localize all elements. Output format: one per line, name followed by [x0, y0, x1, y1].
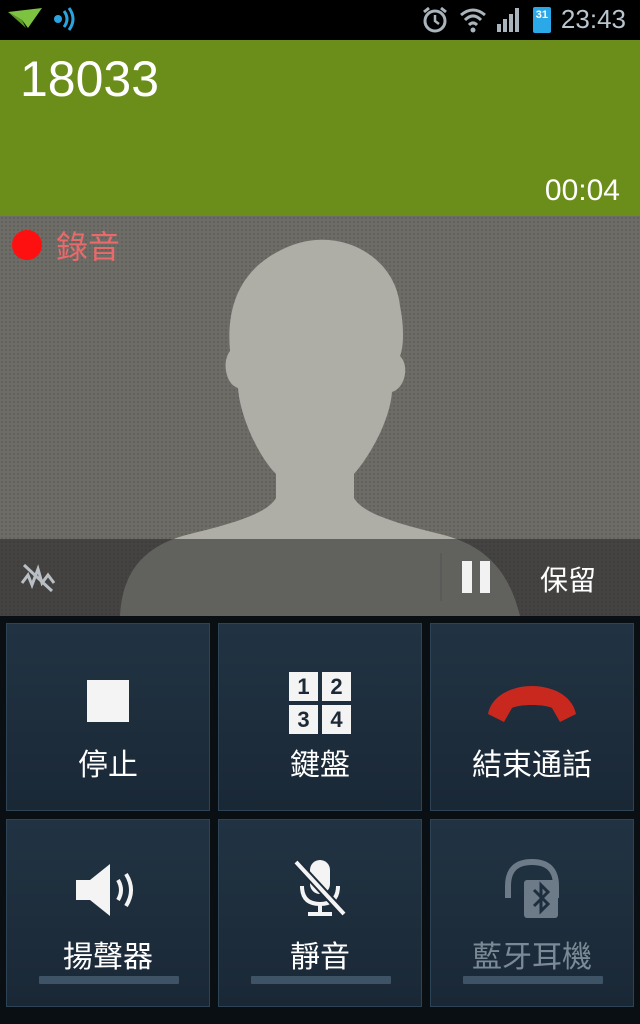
bluetooth-headset-label: 藍牙耳機 — [472, 940, 592, 975]
call-duration: 00:04 — [544, 174, 620, 207]
battery-calendar-icon: 31 — [532, 6, 551, 33]
end-call-label: 結束通話 — [472, 748, 592, 783]
mute-state-bar — [251, 976, 391, 984]
stop-icon — [87, 680, 129, 722]
wifi-icon — [459, 8, 486, 32]
status-bar: 31 23:43 — [0, 0, 640, 40]
keypad-digit: 1 — [289, 672, 318, 701]
bluetooth-state-bar — [463, 976, 603, 984]
speaker-icon — [76, 864, 133, 916]
keypad-icon: 1 2 3 4 — [289, 672, 351, 734]
nfc-signal-icon — [54, 7, 75, 31]
speaker-state-bar — [39, 976, 179, 984]
clock: 23:43 — [560, 4, 626, 34]
end-call-icon — [488, 686, 576, 722]
call-control-strip: 保留 — [0, 539, 640, 616]
paper-plane-icon — [8, 8, 42, 28]
stop-recording-button[interactable]: 停止 — [6, 623, 210, 811]
speaker-label: 揚聲器 — [63, 940, 153, 975]
keypad-digit: 4 — [322, 705, 351, 734]
speaker-button[interactable]: 揚聲器 — [6, 819, 210, 1007]
keypad-button[interactable]: 1 2 3 4 鍵盤 — [218, 623, 422, 811]
keypad-digit: 3 — [289, 705, 318, 734]
mute-button[interactable]: 靜音 — [218, 819, 422, 1007]
keypad-label: 鍵盤 — [290, 748, 350, 783]
recording-label: 錄音 — [56, 228, 121, 266]
calendar-day: 31 — [535, 8, 549, 21]
pause-icon — [462, 561, 494, 593]
keypad-digit: 2 — [322, 672, 351, 701]
bluetooth-headset-icon — [505, 858, 559, 918]
mute-mic-icon — [293, 859, 347, 917]
hold-button[interactable]: 保留 — [444, 539, 640, 616]
in-call-button-grid: 停止 1 2 3 4 鍵盤 結束通話 揚聲器 靜音 藍牙耳機 — [0, 616, 640, 1024]
end-call-button[interactable]: 結束通話 — [430, 623, 634, 811]
cell-signal-icon — [496, 7, 519, 32]
alarm-icon — [422, 6, 447, 32]
call-header: 18033 00:04 — [0, 40, 640, 216]
stop-label: 停止 — [78, 748, 138, 783]
recording-indicator: 錄音 — [12, 222, 120, 268]
phone-number: 18033 — [20, 51, 160, 107]
hold-label: 保留 — [540, 564, 597, 597]
divider — [440, 553, 442, 601]
record-dot-icon — [12, 230, 42, 260]
bluetooth-headset-button[interactable]: 藍牙耳機 — [430, 819, 634, 1007]
noise-reduction-icon[interactable] — [20, 561, 58, 593]
mute-label: 靜音 — [290, 940, 350, 975]
